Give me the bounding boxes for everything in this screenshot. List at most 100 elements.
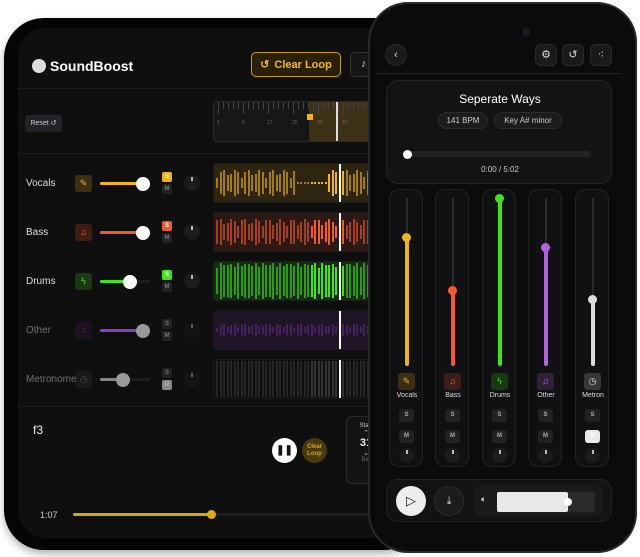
track-volume-slider[interactable]	[100, 323, 150, 338]
pan-knob[interactable]	[492, 448, 507, 463]
more-button[interactable]: ⁖	[590, 44, 612, 66]
solo-button[interactable]: S	[492, 409, 507, 422]
loop-start-handle[interactable]	[307, 114, 313, 120]
reset-button[interactable]: Reset ↺	[25, 115, 62, 132]
mute-button[interactable]: M	[162, 233, 172, 243]
waveform-bar	[317, 182, 320, 184]
song-progress-thumb[interactable]	[403, 149, 412, 159]
mute-button[interactable]: M	[162, 184, 172, 194]
waveform-bar	[293, 219, 295, 245]
play-button[interactable]: ▷	[396, 486, 426, 516]
back-button[interactable]: ‹	[385, 44, 407, 66]
waveform-bar	[349, 222, 351, 242]
waveform-bar	[296, 182, 299, 184]
pan-knob[interactable]	[184, 273, 200, 289]
volume-thumb[interactable]	[135, 225, 150, 240]
ruler-label: 33	[317, 120, 323, 126]
ruler-tick	[258, 102, 259, 109]
fader-thumb[interactable]	[588, 294, 597, 304]
reset-button[interactable]: ↺	[562, 44, 584, 66]
waveform-bar	[251, 361, 253, 397]
mute-button[interactable]: M	[162, 282, 172, 292]
waveform-bar	[324, 361, 327, 397]
channel-name: Vocals	[396, 392, 418, 399]
solo-button[interactable]: S	[585, 409, 600, 422]
pan-knob[interactable]	[184, 322, 200, 338]
pan-knob[interactable]	[585, 448, 600, 463]
bolt-icon: ϟ	[491, 373, 508, 390]
mute-button[interactable]: M	[492, 430, 507, 443]
pan-knob[interactable]	[445, 448, 460, 463]
tablet-device: SoundBoost ↺ Clear Loop ♪ Reset ↺ 1 9 17 25 3…	[4, 18, 424, 550]
waveform-bar	[345, 224, 348, 240]
volume-slider[interactable]	[497, 492, 595, 512]
waveform-bar	[226, 361, 229, 397]
solo-button[interactable]: S	[162, 221, 172, 231]
waveform-bar	[317, 361, 320, 397]
waveform-bar	[321, 361, 323, 397]
waveform-bar	[293, 327, 295, 333]
download-button[interactable]: ⤓	[434, 486, 464, 516]
fader-thumb[interactable]	[541, 242, 550, 252]
pause-button[interactable]: ❚❚	[272, 438, 297, 463]
waveform-bar	[338, 311, 341, 349]
track-volume-slider[interactable]	[100, 176, 150, 191]
waveform-bar	[254, 219, 257, 245]
ruler-tick	[333, 102, 334, 109]
waveform-bar	[300, 222, 302, 242]
seek-thumb[interactable]	[207, 510, 216, 519]
pan-knob[interactable]	[184, 371, 200, 387]
mute-button[interactable]: M	[445, 430, 460, 443]
pan-knob[interactable]	[184, 175, 200, 191]
seek-bar[interactable]	[73, 510, 418, 519]
waveform-bar	[314, 263, 316, 299]
ruler-tick	[228, 102, 229, 109]
waveform-bar	[335, 172, 337, 194]
solo-button[interactable]: S	[162, 319, 172, 329]
waveform-bar	[282, 170, 285, 196]
track-volume-slider[interactable]	[100, 225, 150, 240]
solo-button[interactable]: S	[399, 409, 414, 422]
mute-button[interactable]: M	[399, 430, 414, 443]
mute-button[interactable]: M	[162, 380, 172, 390]
clear-loop-button[interactable]: ↺ Clear Loop	[251, 52, 341, 77]
solo-button[interactable]: S	[162, 270, 172, 280]
headphones-icon	[32, 59, 46, 73]
solo-button[interactable]: S	[162, 368, 172, 378]
volume-control[interactable]: 🔈︎	[473, 485, 603, 517]
waveform-bar	[335, 325, 337, 335]
fader-thumb[interactable]	[495, 194, 504, 203]
clock-icon: ◷	[75, 371, 92, 388]
waveform-bar	[240, 325, 243, 335]
song-progress[interactable]	[403, 149, 591, 159]
volume-thumb[interactable]	[563, 498, 572, 506]
music-note-icon: ♪	[361, 58, 367, 70]
volume-thumb[interactable]	[135, 176, 150, 191]
volume-thumb[interactable]	[115, 372, 130, 387]
clear-loop-label: Clear Loop	[274, 58, 332, 71]
waveform-bar	[258, 325, 260, 335]
mute-button[interactable]: M	[538, 430, 553, 443]
solo-button[interactable]: S	[538, 409, 553, 422]
track-volume-slider[interactable]	[100, 274, 150, 289]
pan-knob[interactable]	[399, 448, 414, 463]
volume-thumb[interactable]	[123, 274, 137, 289]
dots-icon: ⁖	[597, 49, 605, 61]
divider	[376, 73, 622, 74]
waveform-bar	[247, 170, 250, 196]
mute-button[interactable]: M	[585, 430, 600, 443]
pan-knob[interactable]	[184, 224, 200, 240]
volume-thumb[interactable]	[135, 323, 150, 338]
clear-loop-small-button[interactable]: Clear Loop	[302, 438, 327, 463]
fader-fill	[451, 290, 455, 366]
waveform-bar	[244, 219, 246, 245]
waveform-bar	[349, 361, 351, 397]
settings-button[interactable]: ⚙	[535, 44, 557, 66]
solo-button[interactable]: S	[445, 409, 460, 422]
fader-thumb[interactable]	[402, 232, 411, 242]
track-volume-slider[interactable]	[100, 372, 150, 387]
solo-button[interactable]: S	[162, 172, 172, 182]
pan-knob[interactable]	[538, 448, 553, 463]
mute-button[interactable]: M	[162, 331, 172, 341]
fader-thumb[interactable]	[448, 286, 457, 296]
